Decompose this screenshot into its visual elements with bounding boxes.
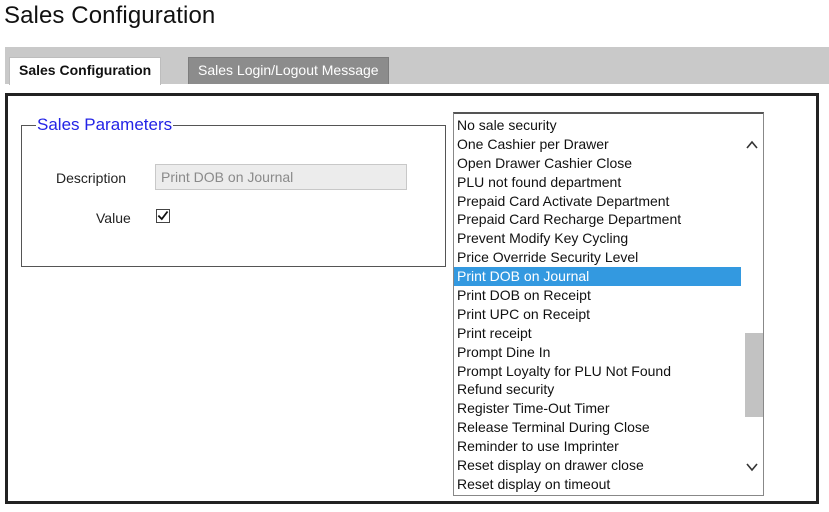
tab-sales-configuration[interactable]: Sales Configuration (9, 57, 162, 85)
chevron-up-icon[interactable] (745, 138, 759, 152)
sales-configuration-panel: Sales Parameters Description Print DOB o… (5, 93, 819, 504)
list-item[interactable]: PLU not found department (454, 173, 741, 192)
tab-bar: Sales Configuration Sales Login/Logout M… (5, 47, 829, 85)
checkmark-icon (157, 210, 169, 221)
scroll-thumb[interactable] (745, 333, 763, 417)
value-checkbox[interactable] (156, 209, 170, 223)
list-item[interactable]: Refund security (454, 380, 741, 399)
list-item[interactable]: Price Override Security Level (454, 248, 741, 267)
list-item[interactable]: Reset display on timeout (454, 475, 741, 494)
chevron-down-icon[interactable] (745, 460, 759, 474)
list-item[interactable]: Reminder to use Imprinter (454, 437, 741, 456)
parameter-list: No sale security One Cashier per Drawer Op… (454, 116, 741, 494)
list-item[interactable]: Print UPC on Receipt (454, 305, 741, 324)
list-item[interactable]: Release Terminal During Close (454, 418, 741, 437)
list-item[interactable]: One Cashier per Drawer (454, 135, 741, 154)
list-item[interactable]: Prompt Loyalty for PLU Not Found (454, 362, 741, 381)
list-item[interactable]: Reset display on drawer close (454, 456, 741, 475)
sales-parameters-group: Sales Parameters Description Print DOB o… (21, 114, 446, 267)
value-label: Value (96, 210, 131, 226)
parameter-listbox[interactable]: No sale security One Cashier per Drawer Op… (453, 112, 764, 496)
tab-sales-login-logout-message[interactable]: Sales Login/Logout Message (188, 57, 389, 84)
list-item[interactable]: No sale security (454, 116, 741, 135)
list-item[interactable]: Prepaid Card Recharge Department (454, 210, 741, 229)
description-label: Description (56, 170, 127, 186)
listbox-scrollbar[interactable] (741, 114, 763, 495)
page-title: Sales Configuration (4, 2, 216, 29)
list-item[interactable]: Prepaid Card Activate Department (454, 192, 741, 211)
list-item[interactable]: Register Time-Out Timer (454, 399, 741, 418)
list-item[interactable]: Print DOB on Journal (454, 267, 741, 287)
description-field[interactable]: Print DOB on Journal (155, 164, 407, 190)
list-item[interactable]: Open Drawer Cashier Close (454, 154, 741, 173)
list-item[interactable]: Prompt Dine In (454, 343, 741, 362)
list-item[interactable]: Prevent Modify Key Cycling (454, 229, 741, 248)
sales-parameters-legend: Sales Parameters (36, 114, 174, 136)
list-item[interactable]: Print receipt (454, 324, 741, 343)
list-item[interactable]: Print DOB on Receipt (454, 286, 741, 305)
